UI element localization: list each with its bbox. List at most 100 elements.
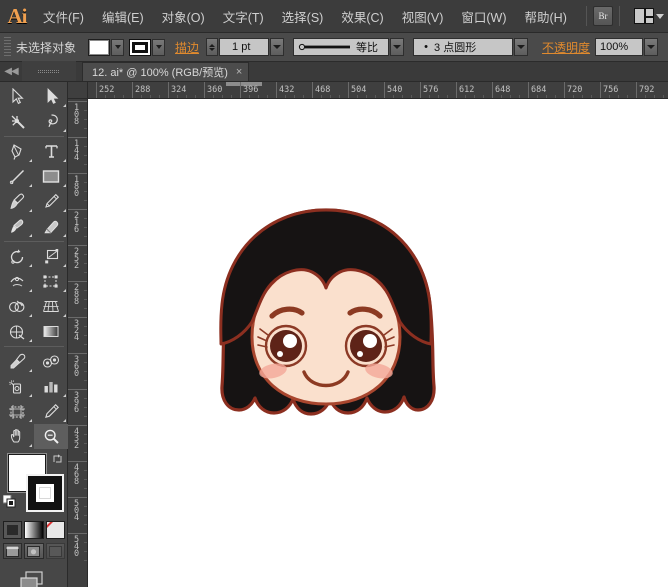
stroke-profile-control[interactable]: 等比: [293, 38, 404, 56]
gradient-tool[interactable]: [34, 319, 68, 344]
right-eye-highlight-small: [357, 351, 363, 357]
toolbox-stroke-swatch[interactable]: [26, 474, 64, 512]
slice-tool[interactable]: [34, 399, 68, 424]
vertical-ruler[interactable]: 108144180216252288324360396432468504540: [68, 99, 88, 587]
ruler-minor-tick: [84, 488, 87, 489]
ruler-minor-tick: [84, 380, 87, 381]
horizontal-ruler[interactable]: 2522883243603964324685045405766126486847…: [88, 82, 668, 99]
perspective-grid-tool[interactable]: [34, 294, 68, 319]
stroke-weight-input[interactable]: 1 pt: [219, 38, 269, 56]
shape-builder-tool[interactable]: [0, 294, 34, 319]
blend-tool[interactable]: [34, 349, 68, 374]
ruler-minor-tick: [84, 119, 87, 120]
menu-type[interactable]: 文字(T): [214, 0, 273, 33]
control-bar-grip[interactable]: [4, 37, 11, 57]
swap-fill-stroke-icon[interactable]: [52, 452, 64, 464]
stroke-weight-stepper[interactable]: [206, 38, 218, 56]
pencil-tool[interactable]: [34, 189, 68, 214]
opacity-input[interactable]: 100%: [595, 38, 643, 56]
mesh-tool[interactable]: [0, 319, 34, 344]
menu-file[interactable]: 文件(F): [34, 0, 93, 33]
change-screen-mode-icon[interactable]: [0, 559, 68, 587]
stroke-weight-control[interactable]: 1 pt: [206, 38, 284, 56]
menu-select[interactable]: 选择(S): [273, 0, 333, 33]
menu-edit[interactable]: 编辑(E): [93, 0, 153, 33]
stroke-profile-dropdown-arrow[interactable]: [390, 38, 404, 56]
canvas-area[interactable]: [88, 99, 668, 587]
type-tool[interactable]: [34, 139, 68, 164]
screen-mode-fullscreen[interactable]: [46, 543, 65, 559]
color-mode-none[interactable]: [46, 521, 65, 539]
artboard-tool[interactable]: [0, 399, 34, 424]
rotate-tool[interactable]: [0, 244, 34, 269]
magic-wand-tool[interactable]: [0, 109, 34, 134]
collapse-panel-icon[interactable]: ◀◀: [0, 61, 22, 81]
opacity-control[interactable]: 100%: [595, 38, 658, 56]
close-icon[interactable]: ×: [236, 66, 242, 78]
symbol-sprayer-tool[interactable]: [0, 374, 34, 399]
ruler-minor-tick: [84, 398, 87, 399]
ruler-minor-tick: [84, 182, 87, 183]
toolbox-grip[interactable]: [22, 61, 76, 81]
ruler-minor-tick: [84, 362, 87, 363]
menu-effect[interactable]: 效果(C): [332, 0, 392, 33]
zoom-tool[interactable]: [34, 424, 68, 449]
brush-definition-control[interactable]: • 3 点圆形: [413, 38, 528, 56]
menu-help[interactable]: 帮助(H): [516, 0, 576, 33]
selection-tool[interactable]: [0, 84, 34, 109]
bridge-button[interactable]: Br: [593, 6, 613, 26]
tool-separator-1: [4, 136, 64, 137]
stroke-weight-dropdown-arrow[interactable]: [270, 38, 284, 56]
rectangle-tool[interactable]: [34, 164, 68, 189]
hand-tool[interactable]: [0, 424, 34, 449]
color-mode-gradient[interactable]: [24, 521, 43, 539]
ruler-minor-tick: [411, 95, 412, 98]
cartoon-girl-face-illustration[interactable]: [176, 204, 476, 464]
ruler-minor-tick: [582, 95, 583, 98]
ruler-tick: [68, 245, 88, 246]
ruler-tick-label: 648: [495, 85, 510, 95]
opacity-link[interactable]: 不透明度: [542, 39, 590, 56]
opacity-dropdown-arrow[interactable]: [644, 38, 658, 56]
eyedropper-tool[interactable]: [0, 349, 34, 374]
stroke-link[interactable]: 描边: [175, 39, 199, 56]
scale-tool[interactable]: [34, 244, 68, 269]
menu-view[interactable]: 视图(V): [393, 0, 453, 33]
brush-definition-dropdown-arrow[interactable]: [514, 38, 528, 56]
line-segment-tool[interactable]: [0, 164, 34, 189]
ruler-minor-tick: [84, 218, 87, 219]
fill-dropdown-arrow[interactable]: [111, 39, 124, 56]
stroke-dropdown-arrow[interactable]: [152, 39, 165, 56]
default-fill-stroke-icon[interactable]: [3, 495, 16, 508]
tool-separator-2: [4, 241, 64, 242]
screen-mode-normal[interactable]: [3, 543, 22, 559]
lasso-tool[interactable]: [34, 109, 68, 134]
free-transform-tool[interactable]: [34, 269, 68, 294]
screen-mode-fullscreen-menu[interactable]: [24, 543, 43, 559]
eraser-tool[interactable]: [34, 214, 68, 239]
color-mode-solid[interactable]: [3, 521, 22, 539]
ruler-minor-tick: [249, 95, 250, 98]
direct-selection-tool[interactable]: [34, 84, 68, 109]
ruler-tick: [68, 317, 88, 318]
stroke-swatch[interactable]: [129, 39, 151, 56]
document-tab[interactable]: 12. ai* @ 100% (RGB/预览) ×: [82, 62, 249, 81]
width-tool[interactable]: [0, 269, 34, 294]
pen-tool[interactable]: [0, 139, 34, 164]
blob-brush-tool[interactable]: [0, 214, 34, 239]
stroke-profile-select[interactable]: 等比: [293, 38, 389, 56]
brush-definition-select[interactable]: • 3 点圆形: [413, 38, 513, 56]
paintbrush-tool[interactable]: [0, 189, 34, 214]
brush-definition-label: 3 点圆形: [434, 39, 476, 55]
ruler-minor-tick: [84, 515, 87, 516]
column-graph-tool[interactable]: [34, 374, 68, 399]
menu-object[interactable]: 对象(O): [153, 0, 214, 33]
fill-swatch[interactable]: [88, 39, 110, 56]
ruler-minor-tick: [84, 164, 87, 165]
menu-window[interactable]: 窗口(W): [452, 0, 515, 33]
workspace-switcher-button[interactable]: [634, 8, 664, 24]
fill-color-control[interactable]: [88, 39, 124, 56]
color-mode-buttons: [0, 518, 68, 539]
ruler-tick: [68, 389, 88, 390]
stroke-color-control[interactable]: [129, 39, 165, 56]
